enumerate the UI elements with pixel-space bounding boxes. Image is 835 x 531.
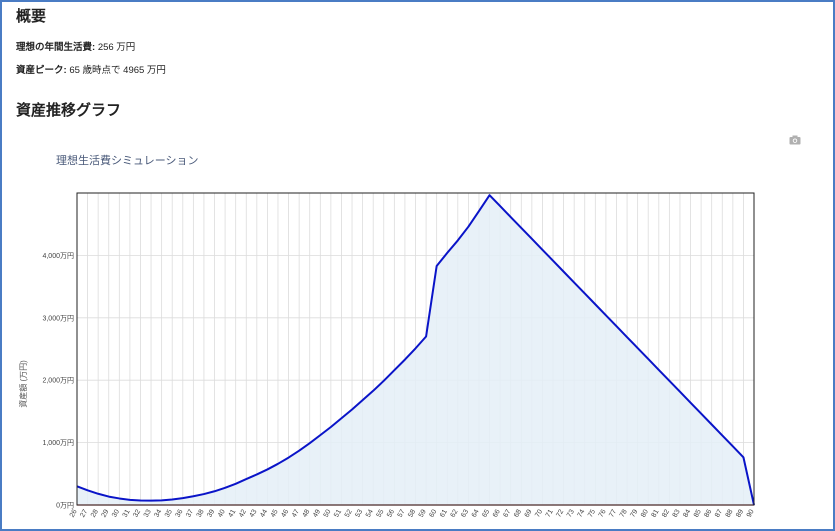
x-tick-label: 27 — [79, 508, 89, 518]
x-tick-label: 65 — [481, 508, 491, 518]
x-tick-label: 75 — [587, 508, 597, 518]
x-tick-label: 83 — [672, 508, 682, 518]
x-tick-label: 67 — [502, 508, 512, 518]
x-tick-label: 49 — [312, 508, 322, 518]
x-tick-label: 32 — [132, 508, 142, 518]
x-tick-label: 84 — [682, 508, 692, 518]
x-tick-label: 40 — [217, 508, 227, 518]
x-tick-label: 31 — [122, 508, 132, 518]
x-tick-label: 42 — [238, 508, 248, 518]
x-tick-label: 74 — [577, 508, 587, 518]
x-tick-label: 70 — [534, 508, 544, 518]
x-tick-label: 85 — [693, 508, 703, 518]
x-tick-label: 82 — [661, 508, 671, 518]
x-tick-label: 46 — [280, 508, 290, 518]
x-tick-label: 33 — [143, 508, 153, 518]
x-tick-label: 76 — [598, 508, 608, 518]
x-tick-label: 28 — [90, 508, 100, 518]
x-tick-label: 71 — [545, 508, 555, 518]
x-tick-label: 51 — [333, 508, 343, 518]
x-tick-label: 69 — [524, 508, 534, 518]
chart-plot: 0万円 1,000万円 2,000万円 3,000万円 4,000万円 26 27 28 29… — [18, 192, 756, 519]
x-tick-label: 29 — [101, 508, 111, 518]
x-tick-label: 35 — [164, 508, 174, 518]
x-tick-label: 73 — [566, 508, 576, 518]
x-tick-label: 47 — [291, 508, 301, 518]
x-tick-label: 59 — [418, 508, 428, 518]
x-tick-label: 36 — [175, 508, 185, 518]
x-tick-label: 64 — [471, 508, 481, 518]
x-tick-label: 63 — [460, 508, 470, 518]
x-tick-label: 81 — [651, 508, 661, 518]
y-tick-label: 3,000万円 — [42, 314, 74, 322]
x-axis-ticks: 26 27 28 29 30 31 32 33 34 35 36 37 38 39 40 41 42 43 44 45… — [69, 508, 756, 518]
x-tick-label: 52 — [344, 508, 354, 518]
x-tick-label: 50 — [323, 508, 333, 518]
x-tick-label: 57 — [397, 508, 407, 518]
y-axis-label: 資産額 (万円) — [18, 360, 28, 408]
x-tick-label: 48 — [301, 508, 311, 518]
x-tick-label: 60 — [428, 508, 438, 518]
x-tick-label: 38 — [196, 508, 206, 518]
y-tick-label: 4,000万円 — [42, 252, 74, 260]
x-tick-label: 37 — [185, 508, 195, 518]
x-tick-label: 30 — [111, 508, 121, 518]
x-tick-label: 78 — [619, 508, 629, 518]
x-tick-label: 34 — [153, 508, 163, 518]
x-tick-label: 80 — [640, 508, 650, 518]
x-tick-label: 55 — [376, 508, 386, 518]
x-tick-label: 66 — [492, 508, 502, 518]
y-axis-ticks: 0万円 1,000万円 2,000万円 3,000万円 4,000万円 — [42, 252, 74, 510]
x-tick-label: 58 — [407, 508, 417, 518]
x-tick-label: 41 — [227, 508, 237, 518]
x-tick-label: 89 — [735, 508, 745, 518]
x-tick-label: 44 — [259, 508, 269, 518]
x-tick-label: 54 — [365, 508, 375, 518]
y-tick-label: 0万円 — [56, 502, 74, 510]
y-tick-label: 1,000万円 — [42, 439, 74, 447]
x-tick-label: 62 — [450, 508, 460, 518]
x-tick-label: 79 — [629, 508, 639, 518]
x-tick-label: 90 — [746, 508, 756, 518]
x-tick-label: 88 — [725, 508, 735, 518]
x-tick-label: 86 — [703, 508, 713, 518]
x-tick-label: 43 — [249, 508, 259, 518]
x-tick-label: 45 — [270, 508, 280, 518]
report-panel: 概要 理想の年間生活費: 256 万円 資産ピーク: 65 歳時点で 4965 … — [0, 0, 835, 531]
x-tick-label: 68 — [513, 508, 523, 518]
x-tick-label: 61 — [439, 508, 449, 518]
x-tick-label: 87 — [714, 508, 724, 518]
x-tick-label: 53 — [354, 508, 364, 518]
x-tick-label: 39 — [206, 508, 216, 518]
x-tick-label: 72 — [555, 508, 565, 518]
x-tick-label: 77 — [608, 508, 618, 518]
x-tick-label: 26 — [69, 508, 79, 518]
y-tick-label: 2,000万円 — [42, 377, 74, 385]
x-tick-label: 56 — [386, 508, 396, 518]
